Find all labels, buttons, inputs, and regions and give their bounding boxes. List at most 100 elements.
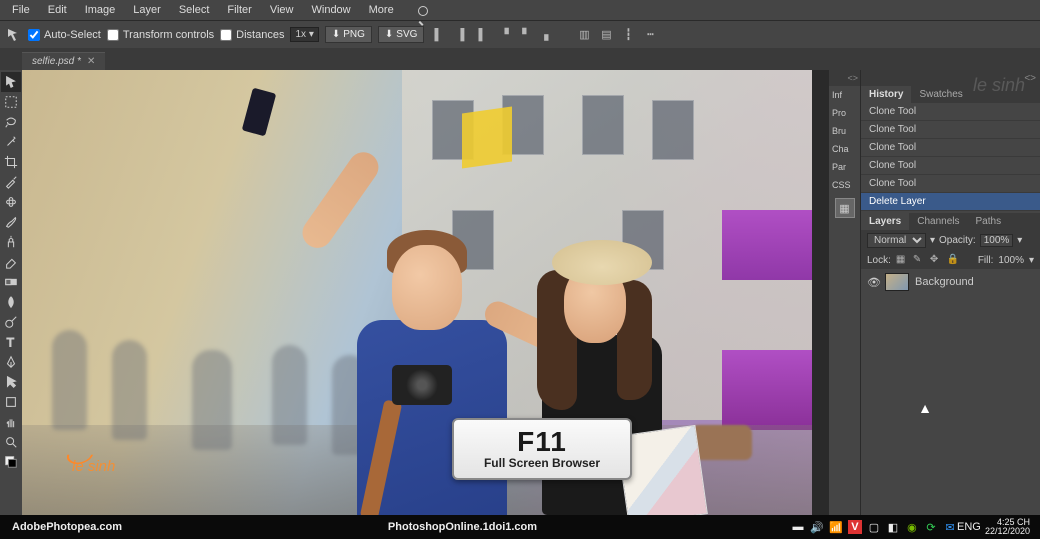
panel-info[interactable]: Inf xyxy=(829,86,860,104)
options-bar: Auto-Select Transform controls Distances… xyxy=(0,20,1040,48)
collapsed-panels: <> Inf Pro Bru Cha Par CSS ▦ xyxy=(828,70,860,515)
menu-view[interactable]: View xyxy=(262,2,302,18)
distribute-spacing-v-icon[interactable]: ┅ xyxy=(642,27,658,43)
history-item[interactable]: Clone Tool xyxy=(861,103,1040,121)
canvas-area[interactable]: le sinh F11 Full Screen Browser xyxy=(22,70,828,515)
eraser-tool[interactable] xyxy=(1,252,21,272)
tab-history[interactable]: History xyxy=(861,86,911,103)
tray-update-icon[interactable]: ⟳ xyxy=(924,520,938,534)
panel-css[interactable]: CSS xyxy=(829,176,860,194)
move-tool-icon[interactable] xyxy=(6,27,22,43)
distribute-spacing-h-icon[interactable]: ┇ xyxy=(620,27,636,43)
dodge-tool[interactable] xyxy=(1,312,21,332)
distribute-v-icon[interactable]: ▤ xyxy=(598,27,614,43)
clone-tool[interactable] xyxy=(1,232,21,252)
layer-name: Background xyxy=(915,276,974,288)
menu-image[interactable]: Image xyxy=(77,2,124,18)
tray-lang[interactable]: ENG xyxy=(962,520,976,534)
document-tab[interactable]: selfie.psd * ✕ xyxy=(22,52,105,70)
panel-thumb-icon[interactable]: ▦ xyxy=(835,198,855,218)
tray-nvidia-icon[interactable]: ◉ xyxy=(905,520,919,534)
brush-tool[interactable] xyxy=(1,212,21,232)
panel-paragraph[interactable]: Par xyxy=(829,158,860,176)
collapse-panels-icon[interactable]: <> xyxy=(861,70,1040,86)
tray-sound-icon[interactable]: 🔊 xyxy=(810,520,824,534)
watermark-logo: le sinh xyxy=(72,439,115,475)
canvas[interactable]: le sinh F11 Full Screen Browser xyxy=(22,70,812,515)
tab-channels[interactable]: Channels xyxy=(909,213,967,230)
distances-checkbox[interactable]: Distances xyxy=(220,29,284,41)
scale-select[interactable]: 1x ▾ xyxy=(290,27,318,42)
menu-more[interactable]: More xyxy=(361,2,402,18)
distribute-h-icon[interactable]: ▥ xyxy=(576,27,592,43)
align-top-icon[interactable]: ▝ xyxy=(496,27,512,43)
tray-wifi-icon[interactable]: 📶 xyxy=(829,520,843,534)
blur-tool[interactable] xyxy=(1,292,21,312)
marquee-tool[interactable] xyxy=(1,92,21,112)
tab-swatches[interactable]: Swatches xyxy=(911,86,970,103)
history-item[interactable]: Delete Layer xyxy=(861,193,1040,211)
lock-all-icon[interactable]: 🔒 xyxy=(947,254,959,266)
menu-bar: File Edit Image Layer Select Filter View… xyxy=(0,0,1040,20)
eyedropper-tool[interactable] xyxy=(1,172,21,192)
tray-msg-icon[interactable]: ✉ xyxy=(943,520,957,534)
expand-collapsed-icon[interactable]: <> xyxy=(829,70,860,86)
layer-visibility-icon[interactable]: 👁 xyxy=(867,276,879,288)
color-swatch[interactable] xyxy=(1,452,21,472)
zoom-tool[interactable] xyxy=(1,432,21,452)
history-item[interactable]: Clone Tool xyxy=(861,175,1040,193)
menu-window[interactable]: Window xyxy=(304,2,359,18)
fill-input[interactable]: 100% xyxy=(998,255,1024,266)
menu-edit[interactable]: Edit xyxy=(40,2,75,18)
align-left-icon[interactable]: ▌ xyxy=(430,27,446,43)
tab-layers[interactable]: Layers xyxy=(861,213,909,230)
tray-app-icon[interactable]: ▢ xyxy=(867,520,881,534)
menu-layer[interactable]: Layer xyxy=(125,2,169,18)
export-png-button[interactable]: ⬇ PNG xyxy=(325,26,372,43)
panel-character[interactable]: Cha xyxy=(829,140,860,158)
tray-battery-icon[interactable]: ▬ xyxy=(791,520,805,534)
panel-properties[interactable]: Pro xyxy=(829,104,860,122)
crop-tool[interactable] xyxy=(1,152,21,172)
tray-shield-icon[interactable]: V xyxy=(848,520,862,534)
align-vcenter-icon[interactable]: ▘ xyxy=(518,27,534,43)
align-right-icon[interactable]: ▌ xyxy=(474,27,490,43)
align-bottom-icon[interactable]: ▖ xyxy=(540,27,556,43)
lock-paint-icon[interactable]: ✎ xyxy=(913,254,925,266)
align-hcenter-icon[interactable]: ▐ xyxy=(452,27,468,43)
move-tool[interactable] xyxy=(1,72,21,92)
lasso-tool[interactable] xyxy=(1,112,21,132)
blend-mode-select[interactable]: Normal xyxy=(867,233,926,248)
tab-title: selfie.psd * xyxy=(32,56,81,67)
history-item[interactable]: Clone Tool xyxy=(861,139,1040,157)
history-item[interactable]: Clone Tool xyxy=(861,157,1040,175)
menu-filter[interactable]: Filter xyxy=(219,2,259,18)
search-icon[interactable] xyxy=(410,4,426,17)
hand-tool[interactable] xyxy=(1,412,21,432)
tab-paths[interactable]: Paths xyxy=(968,213,1010,230)
auto-select-checkbox[interactable]: Auto-Select xyxy=(28,29,101,41)
pen-tool[interactable] xyxy=(1,352,21,372)
layer-row[interactable]: 👁 Background xyxy=(861,269,1040,295)
menu-select[interactable]: Select xyxy=(171,2,218,18)
transform-controls-checkbox[interactable]: Transform controls xyxy=(107,29,214,41)
hotkey-key: F11 xyxy=(464,426,620,458)
shape-tool[interactable] xyxy=(1,392,21,412)
panel-brush[interactable]: Bru xyxy=(829,122,860,140)
menu-file[interactable]: File xyxy=(4,2,38,18)
lock-move-icon[interactable]: ✥ xyxy=(930,254,942,266)
path-select-tool[interactable] xyxy=(1,372,21,392)
type-tool[interactable]: T xyxy=(1,332,21,352)
wand-tool[interactable] xyxy=(1,132,21,152)
tray-clock[interactable]: 4:25 CH22/12/2020 xyxy=(981,518,1034,536)
workspace: T xyxy=(0,70,1040,515)
lock-transparent-icon[interactable]: ▦ xyxy=(896,254,908,266)
export-svg-button[interactable]: ⬇ SVG xyxy=(378,26,425,43)
layer-thumbnail[interactable] xyxy=(885,273,909,291)
history-item[interactable]: Clone Tool xyxy=(861,121,1040,139)
tray-app2-icon[interactable]: ◧ xyxy=(886,520,900,534)
close-tab-icon[interactable]: ✕ xyxy=(87,56,95,67)
heal-tool[interactable] xyxy=(1,192,21,212)
opacity-input[interactable]: 100% xyxy=(980,234,1014,247)
gradient-tool[interactable] xyxy=(1,272,21,292)
